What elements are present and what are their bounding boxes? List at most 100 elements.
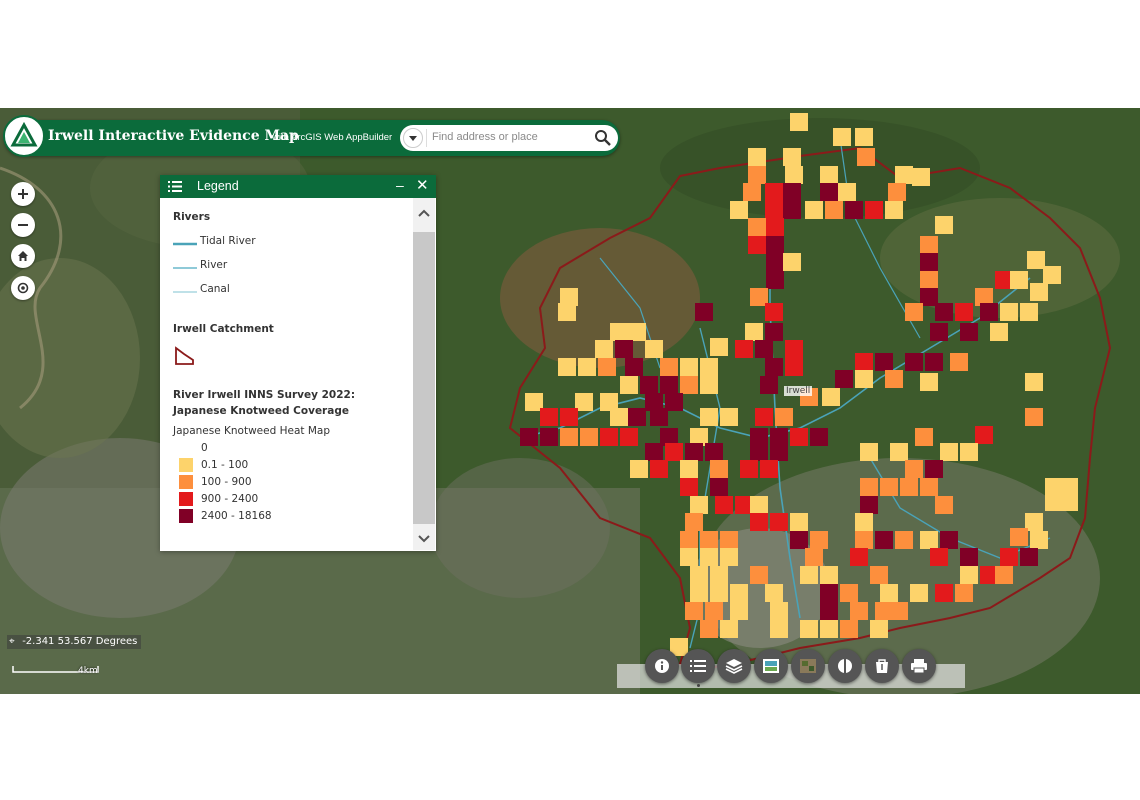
home-button[interactable] — [11, 244, 35, 268]
heat-cell[interactable] — [1020, 303, 1038, 321]
heat-cell[interactable] — [690, 584, 708, 602]
map-app[interactable]: Irwell Irwell Interactive Evidence Map w… — [0, 108, 1140, 694]
heat-cell[interactable] — [720, 408, 738, 426]
heat-cell[interactable] — [955, 584, 973, 602]
heat-cell[interactable] — [660, 358, 678, 376]
heat-cell[interactable] — [755, 408, 773, 426]
heat-cell[interactable] — [860, 478, 878, 496]
search-input[interactable] — [432, 128, 582, 146]
heat-cell[interactable] — [750, 443, 768, 461]
heat-cell[interactable] — [1030, 531, 1048, 549]
heat-cell[interactable] — [685, 513, 703, 531]
heat-cell[interactable] — [730, 602, 748, 620]
heat-cell[interactable] — [783, 253, 801, 271]
heat-cell[interactable] — [1010, 528, 1028, 546]
heat-cell[interactable] — [790, 531, 808, 549]
heat-cell[interactable] — [910, 584, 928, 602]
heat-cell[interactable] — [915, 428, 933, 446]
heat-cell[interactable] — [885, 370, 903, 388]
heat-cell[interactable] — [680, 531, 698, 549]
heat-cell[interactable] — [860, 496, 878, 514]
close-icon[interactable]: ✕ — [416, 176, 429, 194]
heat-cell[interactable] — [785, 340, 803, 358]
heat-cell[interactable] — [766, 253, 784, 271]
heat-cell[interactable] — [1020, 548, 1038, 566]
heat-cell[interactable] — [710, 584, 728, 602]
heat-cell[interactable] — [710, 478, 728, 496]
heat-cell[interactable] — [628, 408, 646, 426]
heat-cell[interactable] — [930, 548, 948, 566]
heat-cell[interactable] — [820, 584, 838, 602]
heat-cell[interactable] — [960, 443, 978, 461]
heat-cell[interactable] — [620, 376, 638, 394]
heat-cell[interactable] — [685, 602, 703, 620]
heat-cell[interactable] — [680, 376, 698, 394]
heat-cell[interactable] — [520, 428, 538, 446]
heat-cell[interactable] — [680, 478, 698, 496]
legend-button[interactable] — [681, 649, 715, 683]
heat-cell[interactable] — [805, 201, 823, 219]
heat-cell[interactable] — [745, 323, 763, 341]
heat-cell[interactable] — [720, 548, 738, 566]
heat-cell[interactable] — [920, 271, 938, 289]
heat-cell[interactable] — [920, 531, 938, 549]
heat-cell[interactable] — [800, 566, 818, 584]
heat-cell[interactable] — [766, 218, 784, 236]
heat-cell[interactable] — [890, 602, 908, 620]
heat-cell[interactable] — [628, 323, 646, 341]
heat-cell[interactable] — [665, 443, 683, 461]
heat-cell[interactable] — [840, 584, 858, 602]
heat-cell[interactable] — [730, 201, 748, 219]
heat-cell[interactable] — [748, 236, 766, 254]
heat-cell[interactable] — [825, 201, 843, 219]
heat-cell[interactable] — [705, 602, 723, 620]
heat-cell[interactable] — [560, 408, 578, 426]
heat-cell[interactable] — [748, 166, 766, 184]
heat-cell[interactable] — [765, 358, 783, 376]
coordinate-readout[interactable]: ⌖ -2.341 53.567 Degrees — [7, 635, 142, 649]
image-button[interactable] — [791, 649, 825, 683]
heat-cell[interactable] — [820, 620, 838, 638]
heat-cell[interactable] — [855, 353, 873, 371]
heat-cell[interactable] — [880, 478, 898, 496]
heat-cell[interactable] — [770, 602, 788, 620]
heat-cell[interactable] — [1027, 251, 1045, 269]
chevron-down-icon[interactable] — [413, 528, 435, 550]
heat-cell[interactable] — [730, 584, 748, 602]
caret-down-icon[interactable] — [403, 128, 423, 148]
heat-cell[interactable] — [990, 323, 1008, 341]
heat-cell[interactable] — [857, 148, 875, 166]
heat-cell[interactable] — [760, 376, 778, 394]
heat-cell[interactable] — [765, 303, 783, 321]
heat-cell[interactable] — [930, 323, 948, 341]
heat-cell[interactable] — [905, 353, 923, 371]
heat-cell[interactable] — [1025, 373, 1043, 391]
my-location-button[interactable] — [11, 276, 35, 300]
about-button[interactable] — [645, 649, 679, 683]
minimize-icon[interactable]: – — [396, 177, 404, 193]
heat-cell[interactable] — [835, 370, 853, 388]
heat-cell[interactable] — [925, 353, 943, 371]
heat-cell[interactable] — [710, 338, 728, 356]
heat-cell[interactable] — [700, 408, 718, 426]
heat-cell[interactable] — [785, 166, 803, 184]
heat-cell[interactable] — [820, 566, 838, 584]
heat-cell[interactable] — [760, 460, 778, 478]
heat-cell[interactable] — [855, 128, 873, 146]
heat-cell[interactable] — [860, 443, 878, 461]
zoom-out-button[interactable] — [11, 213, 35, 237]
heat-cell[interactable] — [955, 303, 973, 321]
heat-cell[interactable] — [540, 408, 558, 426]
heat-cell[interactable] — [920, 236, 938, 254]
heat-cell[interactable] — [558, 358, 576, 376]
heat-cell[interactable] — [810, 531, 828, 549]
heat-cell[interactable] — [975, 426, 993, 444]
heat-cell[interactable] — [820, 602, 838, 620]
heat-cell[interactable] — [935, 496, 953, 514]
basemap-button[interactable] — [754, 649, 788, 683]
heat-cell[interactable] — [770, 513, 788, 531]
heat-cell[interactable] — [880, 584, 898, 602]
heat-cell[interactable] — [578, 358, 596, 376]
heat-cell[interactable] — [960, 566, 978, 584]
heat-cell[interactable] — [680, 358, 698, 376]
